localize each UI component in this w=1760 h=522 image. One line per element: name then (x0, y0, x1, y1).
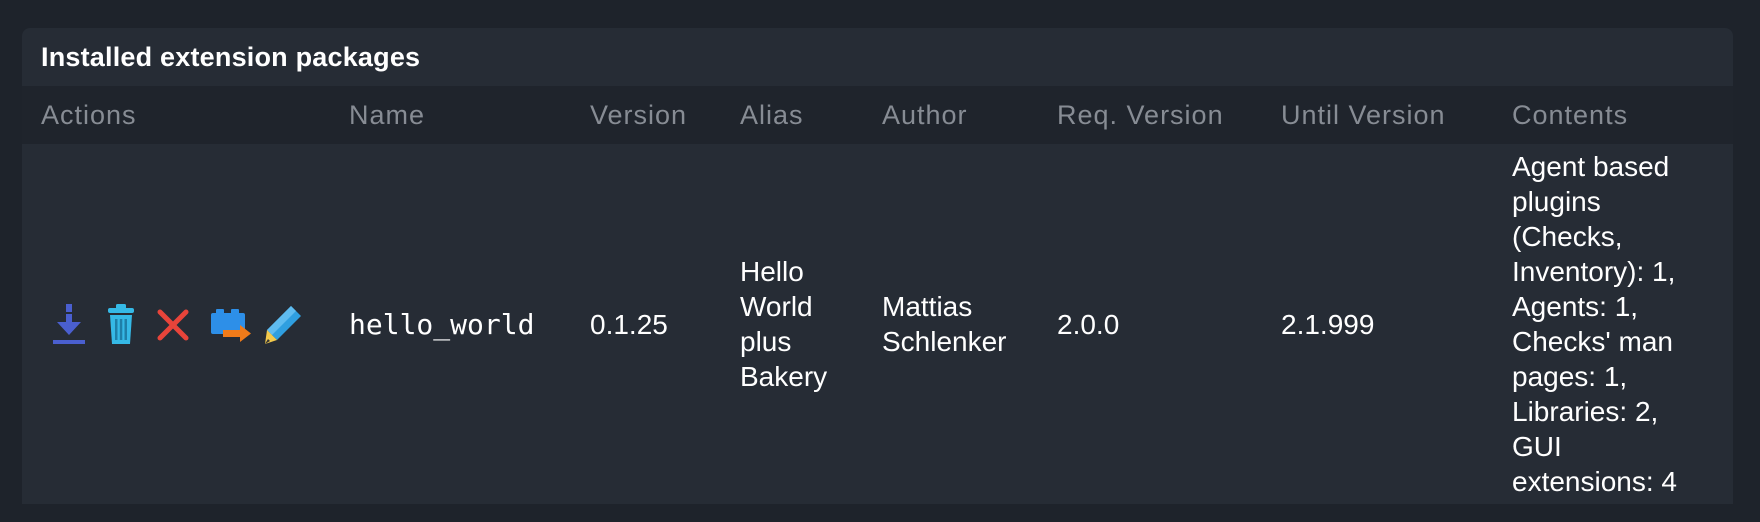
package-name: hello_world (349, 307, 535, 341)
contents-cell: Agent based plugins (Checks, Inventory):… (1512, 144, 1677, 504)
column-header-actions: Actions (41, 100, 137, 130)
alias-line: Bakery (740, 361, 828, 392)
contents-line: GUI (1512, 431, 1562, 462)
contents-line: pages: 1, (1512, 361, 1628, 392)
table-header: Actions Name Version Alias Author Req. V… (22, 86, 1733, 144)
column-header-alias[interactable]: Alias (740, 86, 804, 144)
actions-cell (47, 144, 313, 504)
package-version: 0.1.25 (590, 308, 668, 340)
package-contents: Agent based plugins (Checks, Inventory):… (1512, 149, 1677, 499)
column-header-name[interactable]: Name (349, 86, 425, 144)
column-header-req-version[interactable]: Req. Version (1057, 86, 1224, 144)
alias-line: Hello (740, 256, 804, 287)
alias-cell: Hello World plus Bakery (740, 144, 827, 504)
close-icon[interactable] (151, 300, 195, 348)
until-version: 2.1.999 (1281, 308, 1375, 340)
column-header-contents[interactable]: Contents (1512, 86, 1628, 144)
column-header-author[interactable]: Author (882, 86, 968, 144)
installed-packages-panel: Installed extension packages Actions Nam… (22, 28, 1733, 504)
until-version-cell: 2.1.999 (1281, 144, 1374, 504)
package-alias: Hello World plus Bakery (740, 254, 827, 394)
panel-title: Installed extension packages (41, 42, 421, 72)
column-header-version[interactable]: Version (590, 86, 687, 144)
contents-line: Checks' man (1512, 326, 1673, 357)
column-header-until-version[interactable]: Until Version (1281, 86, 1446, 144)
table-row: hello_world 0.1.25 Hello World plus Bake… (22, 144, 1733, 504)
trash-icon[interactable] (99, 300, 143, 348)
alias-line: plus (740, 326, 792, 357)
contents-line: (Checks, (1512, 221, 1623, 252)
alias-line: World (740, 291, 813, 322)
contents-line: extensions: 4 (1512, 466, 1677, 497)
contents-line: Agent based (1512, 151, 1670, 182)
package-author: Mattias Schlenker (882, 289, 1007, 359)
req-version-cell: 2.0.0 (1057, 144, 1119, 504)
download-icon[interactable] (47, 300, 91, 348)
required-version: 2.0.0 (1057, 308, 1120, 340)
contents-line: Agents: 1, (1512, 291, 1639, 322)
name-cell: hello_world (349, 144, 534, 504)
contents-line: plugins (1512, 186, 1601, 217)
edit-pencil-icon[interactable] (261, 300, 305, 348)
author-line: Mattias (882, 291, 973, 322)
mkp-package-icon[interactable] (209, 300, 253, 348)
author-line: Schlenker (882, 326, 1007, 357)
contents-line: Inventory): 1, (1512, 256, 1676, 287)
author-cell: Mattias Schlenker (882, 144, 1007, 504)
contents-line: Libraries: 2, (1512, 396, 1659, 427)
version-cell: 0.1.25 (590, 144, 668, 504)
